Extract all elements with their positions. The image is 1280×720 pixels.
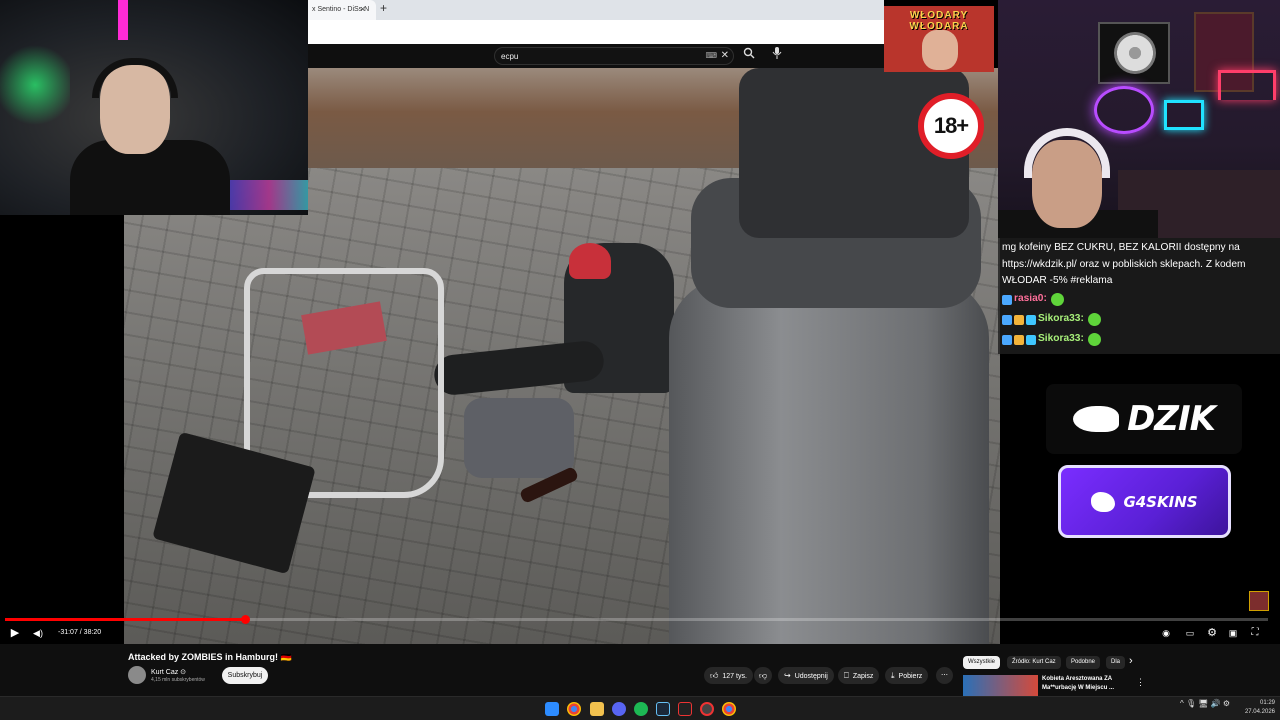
chip-similar[interactable]: Podobne bbox=[1066, 656, 1101, 669]
steam-icon[interactable] bbox=[656, 702, 670, 716]
browser-tab[interactable]: x Sentino - DiSs N × bbox=[308, 0, 376, 20]
app-icon[interactable] bbox=[678, 702, 692, 716]
mic-icon[interactable] bbox=[768, 47, 786, 65]
tab-close-icon[interactable]: × bbox=[360, 4, 365, 14]
search-icon[interactable] bbox=[740, 47, 758, 65]
red-beanie bbox=[569, 243, 611, 279]
new-tab-button[interactable]: + bbox=[380, 1, 387, 15]
chat-ad-message: mg kofeiny BEZ CUKRU, BEZ KALORII dostęp… bbox=[1002, 242, 1246, 286]
gem-badge-icon bbox=[1026, 314, 1036, 325]
save-label: Zapisz bbox=[852, 673, 874, 680]
fullscreen-icon[interactable]: ⛶ bbox=[1248, 626, 1262, 640]
subtitles-icon[interactable]: ▭ bbox=[1183, 626, 1197, 640]
search-input[interactable]: ecpu ⌨ ✕ bbox=[494, 47, 734, 65]
like-button[interactable]: 👍︎ 127 tys. bbox=[704, 667, 753, 684]
g4skins-logo: G4SKINS bbox=[1058, 465, 1231, 538]
webcam-streamer-right bbox=[998, 0, 1280, 238]
chat-message: Sikora33: bbox=[1002, 310, 1276, 330]
chip-all[interactable]: Wszystkie bbox=[963, 656, 1000, 669]
download-button[interactable]: ⤓ Pobierz bbox=[885, 667, 929, 684]
age-rating-badge: 18+ bbox=[918, 93, 984, 159]
progress-played bbox=[5, 618, 245, 621]
emote-icon bbox=[1087, 333, 1101, 346]
discord-icon[interactable] bbox=[612, 702, 626, 716]
keyboard-icon[interactable]: ⌨ bbox=[705, 51, 717, 60]
recommended-thumbnail[interactable] bbox=[963, 675, 1038, 696]
chips-next-icon[interactable]: › bbox=[1129, 655, 1133, 667]
chat-username[interactable]: Sikora33: bbox=[1038, 311, 1084, 328]
download-label: Pobierz bbox=[898, 673, 923, 680]
clock-time[interactable]: 01:29 bbox=[1245, 700, 1275, 706]
settings-icon[interactable]: ⚙ bbox=[1205, 626, 1219, 640]
wlodary-sticker: WŁODARY WŁODARA bbox=[884, 6, 994, 72]
time-display: -31:07 / 38:20 bbox=[58, 629, 102, 636]
play-icon[interactable]: ▶ bbox=[8, 626, 22, 640]
lion-icon bbox=[1091, 491, 1116, 512]
chrome-icon[interactable] bbox=[567, 702, 581, 716]
chrome-icon[interactable] bbox=[722, 702, 736, 716]
autoplay-icon[interactable]: ◉ bbox=[1160, 626, 1172, 640]
file-explorer-icon[interactable] bbox=[590, 702, 604, 716]
download-icon: ⤓ bbox=[891, 671, 895, 680]
webcam-streamer-left bbox=[0, 0, 308, 215]
boar-icon bbox=[1073, 406, 1120, 432]
progress-bar[interactable] bbox=[5, 615, 1268, 624]
share-icon: ↪ bbox=[784, 671, 791, 680]
pencil-badge-icon bbox=[1002, 294, 1012, 305]
subscriber-count: 4,15 mln subskrybentów bbox=[151, 677, 205, 683]
corner-channel-watermark[interactable] bbox=[1249, 591, 1269, 611]
video-info-bar: Attacked by ZOMBIES in Hamburg! 🇩🇪 Kurt … bbox=[0, 644, 1280, 696]
subscribe-button[interactable]: Subskrybuj bbox=[222, 667, 268, 684]
browser-tab-strip: x Sentino - DiSs N × + bbox=[308, 0, 884, 20]
windows-taskbar: ^ 🎙 🖥 🔊 ⚙ 01:29 27.04.2026 bbox=[0, 696, 1280, 720]
channel-avatar[interactable] bbox=[128, 666, 146, 684]
obs-icon[interactable] bbox=[700, 702, 714, 716]
dislike-button[interactable]: 👎︎ bbox=[754, 667, 773, 684]
share-label: Udostępnij bbox=[794, 673, 828, 680]
clear-search-icon[interactable]: ✕ bbox=[721, 50, 729, 61]
arm-badge-icon bbox=[1014, 314, 1024, 325]
wlodary-text: WŁODARY WŁODARA bbox=[909, 10, 969, 32]
windows-start-icon[interactable] bbox=[545, 702, 559, 716]
search-input-value: ecpu bbox=[501, 52, 519, 61]
player-controls: ▶ ◀) -31:07 / 38:20 ◉ ▭ ⚙ ▣ ⛶ bbox=[0, 622, 1280, 644]
thumbs-down-icon: 👎︎ bbox=[759, 671, 768, 680]
save-button[interactable]: ⎕ Zapisz bbox=[838, 667, 880, 684]
browser-toolbar bbox=[308, 20, 884, 44]
miniplayer-icon[interactable]: ▣ bbox=[1226, 626, 1240, 640]
video-title: Attacked by ZOMBIES in Hamburg! 🇩🇪 bbox=[128, 652, 292, 662]
chat-username[interactable]: rasia0: bbox=[1014, 291, 1047, 308]
clock-date[interactable]: 27.04.2026 bbox=[1240, 709, 1275, 715]
dzik-logo: DZIK bbox=[1046, 384, 1242, 454]
dzik-logo-text: DZIK bbox=[1127, 399, 1216, 439]
arm-badge-icon bbox=[1014, 334, 1024, 345]
g4skins-logo-text: G4SKINS bbox=[1123, 492, 1198, 511]
chat-overlay: mg kofeiny BEZ CUKRU, BEZ KALORII dostęp… bbox=[998, 238, 1280, 354]
spotify-icon[interactable] bbox=[634, 702, 648, 716]
chat-message: rasia0: bbox=[1002, 290, 1276, 310]
share-button[interactable]: ↪ Udostępnij bbox=[778, 667, 834, 684]
grey-backpack bbox=[464, 398, 574, 478]
more-actions-icon: ⋯ bbox=[941, 672, 948, 679]
recommended-title[interactable]: Kobieta Aresztowana ZA Ma**urbację W Mie… bbox=[1042, 675, 1132, 693]
more-actions-button[interactable]: ⋯ bbox=[936, 667, 953, 684]
recommended-more-icon[interactable]: ⋮ bbox=[1136, 677, 1145, 688]
chat-username[interactable]: Sikora33: bbox=[1038, 331, 1084, 348]
chat-message: Sikora33: bbox=[1002, 330, 1276, 350]
channel-name[interactable]: Kurt Caz ⊙ bbox=[151, 668, 186, 676]
emote-icon bbox=[1050, 293, 1064, 306]
pencil-badge-icon bbox=[1002, 334, 1012, 345]
bookmark-icon: ⎕ bbox=[844, 671, 849, 680]
emote-icon bbox=[1087, 313, 1101, 326]
system-tray[interactable]: ^ 🎙 🖥 🔊 ⚙ bbox=[1180, 699, 1230, 708]
youtube-header: ecpu ⌨ ✕ bbox=[308, 44, 884, 68]
pencil-badge-icon bbox=[1002, 314, 1012, 325]
gem-badge-icon bbox=[1026, 334, 1036, 345]
chip-source[interactable]: Źródło: Kurt Caz bbox=[1007, 656, 1061, 669]
volume-icon[interactable]: ◀) bbox=[30, 626, 46, 640]
chip-for-you[interactable]: Dla bbox=[1106, 656, 1126, 669]
thumbs-up-icon: 👍︎ bbox=[710, 671, 719, 680]
like-count: 127 tys. bbox=[722, 673, 747, 680]
